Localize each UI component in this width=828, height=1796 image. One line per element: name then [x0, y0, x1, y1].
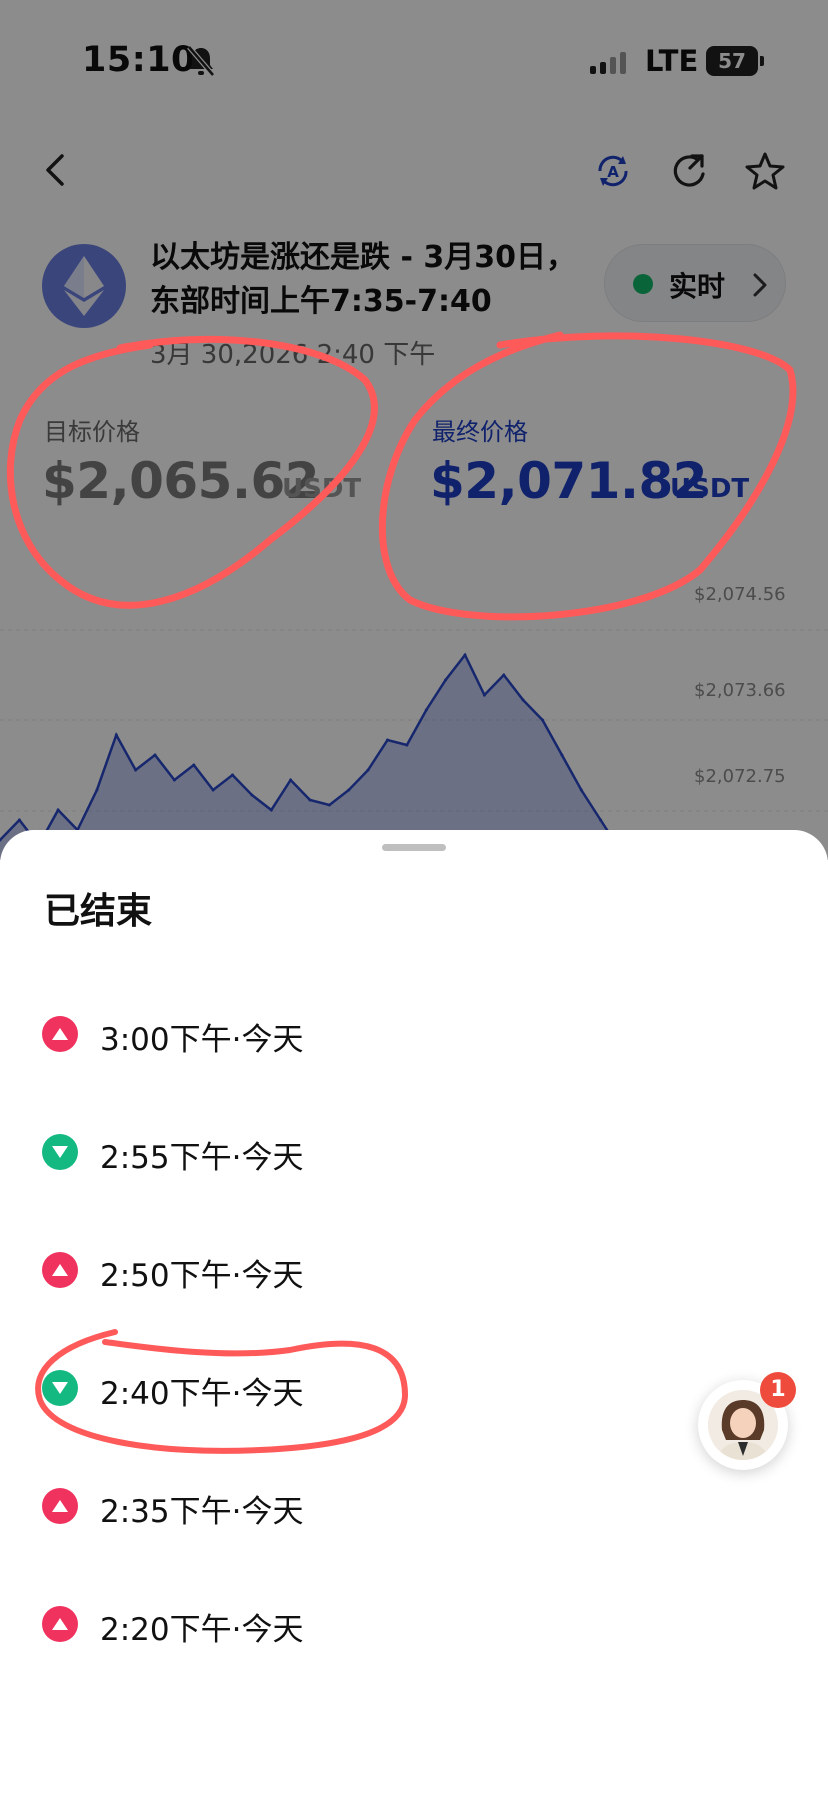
- round-list-item[interactable]: 2:40下午·今天: [0, 1344, 700, 1434]
- round-time-label: 2:55下午·今天: [100, 1140, 304, 1176]
- notification-badge: 1: [760, 1372, 796, 1408]
- round-list-item[interactable]: 2:50下午·今天: [0, 1226, 700, 1316]
- round-list-item[interactable]: 2:55下午·今天: [0, 1108, 700, 1198]
- triangle-up-icon: [42, 1252, 78, 1288]
- round-list-item[interactable]: 3:00下午·今天: [0, 990, 700, 1080]
- round-time-label: 2:35下午·今天: [100, 1494, 304, 1530]
- triangle-down-icon: [42, 1370, 78, 1406]
- rounds-bottom-sheet: 已结束 3:00下午·今天 2:55下午·今天 2:50下午·今天 2:40下午·今天…: [0, 830, 828, 1796]
- round-time-label: 2:40下午·今天: [100, 1376, 304, 1412]
- round-list-item[interactable]: 2:35下午·今天: [0, 1462, 700, 1552]
- triangle-up-icon: [42, 1606, 78, 1642]
- round-time-label: 2:50下午·今天: [100, 1258, 304, 1294]
- triangle-down-icon: [42, 1134, 78, 1170]
- sheet-drag-handle[interactable]: [382, 844, 446, 851]
- round-time-label: 3:00下午·今天: [100, 1022, 304, 1058]
- triangle-up-icon: [42, 1488, 78, 1524]
- round-time-label: 2:20下午·今天: [100, 1612, 304, 1648]
- triangle-up-icon: [42, 1016, 78, 1052]
- sheet-title: 已结束: [44, 891, 153, 932]
- modal-backdrop[interactable]: [0, 0, 828, 860]
- round-list-item[interactable]: 2:20下午·今天: [0, 1580, 700, 1670]
- market-detail-screen: 15:10 LTE 57 A 以太坊是涨还是跌 - 3月30日，东部时间上午7:…: [0, 0, 828, 860]
